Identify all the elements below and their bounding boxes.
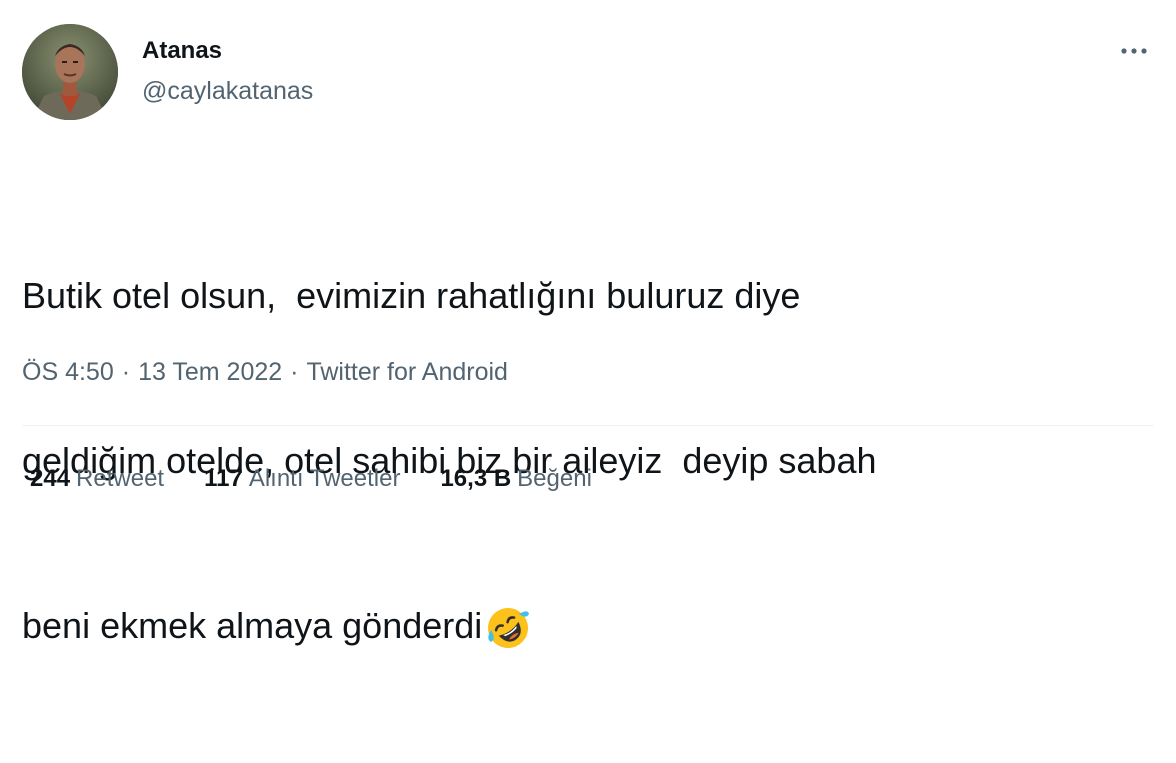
stat-label: Alıntı Tweetler (248, 465, 401, 492)
avatar-image (22, 24, 118, 120)
rolling-on-floor-laughing-emoji (488, 608, 530, 648)
tweet-text-line: Butik otel olsun, evimizin rahatlığını b… (22, 275, 801, 316)
more-horizontal-icon (1121, 48, 1147, 54)
tweet-source[interactable]: Twitter for Android (306, 358, 507, 386)
quote-tweets-count-link[interactable]: 117 Alıntı Tweetler (204, 463, 400, 495)
stat-value: 16,3 B (440, 465, 512, 492)
meta-separator: · (290, 358, 299, 386)
retweet-count-link[interactable]: 244 Retweet (30, 463, 164, 495)
divider (22, 425, 1154, 426)
avatar[interactable] (22, 24, 118, 120)
tweet-metadata: ÖS 4:50 · 13 Tem 2022 · Twitter for Android (22, 356, 508, 388)
likes-count-link[interactable]: 16,3 B Beğeni (440, 463, 591, 495)
tweet-date[interactable]: 13 Tem 2022 (138, 358, 282, 386)
tweet-card: Atanas @caylakatanas Butik otel olsun, e… (0, 0, 1176, 648)
user-handle[interactable]: @caylakatanas (142, 76, 313, 106)
meta-separator: · (121, 358, 131, 386)
stat-value: 244 (30, 465, 71, 492)
stat-value: 117 (204, 465, 243, 492)
tweet-text: Butik otel olsun, evimizin rahatlığını b… (22, 158, 1142, 763)
tweet-text-line: beni ekmek almaya gönderdi (22, 598, 1142, 653)
tweet-stats: 244 Retweet 117 Alıntı Tweetler 16,3 B Beğe… (30, 463, 632, 495)
more-options-button[interactable] (1112, 36, 1156, 66)
stat-label: Beğeni (517, 465, 592, 492)
display-name[interactable]: Atanas (142, 36, 222, 66)
tweet-time[interactable]: ÖS 4:50 (22, 358, 114, 386)
stat-label: Retweet (76, 465, 165, 492)
tweet-text-segment: beni ekmek almaya gönderdi (22, 605, 483, 646)
